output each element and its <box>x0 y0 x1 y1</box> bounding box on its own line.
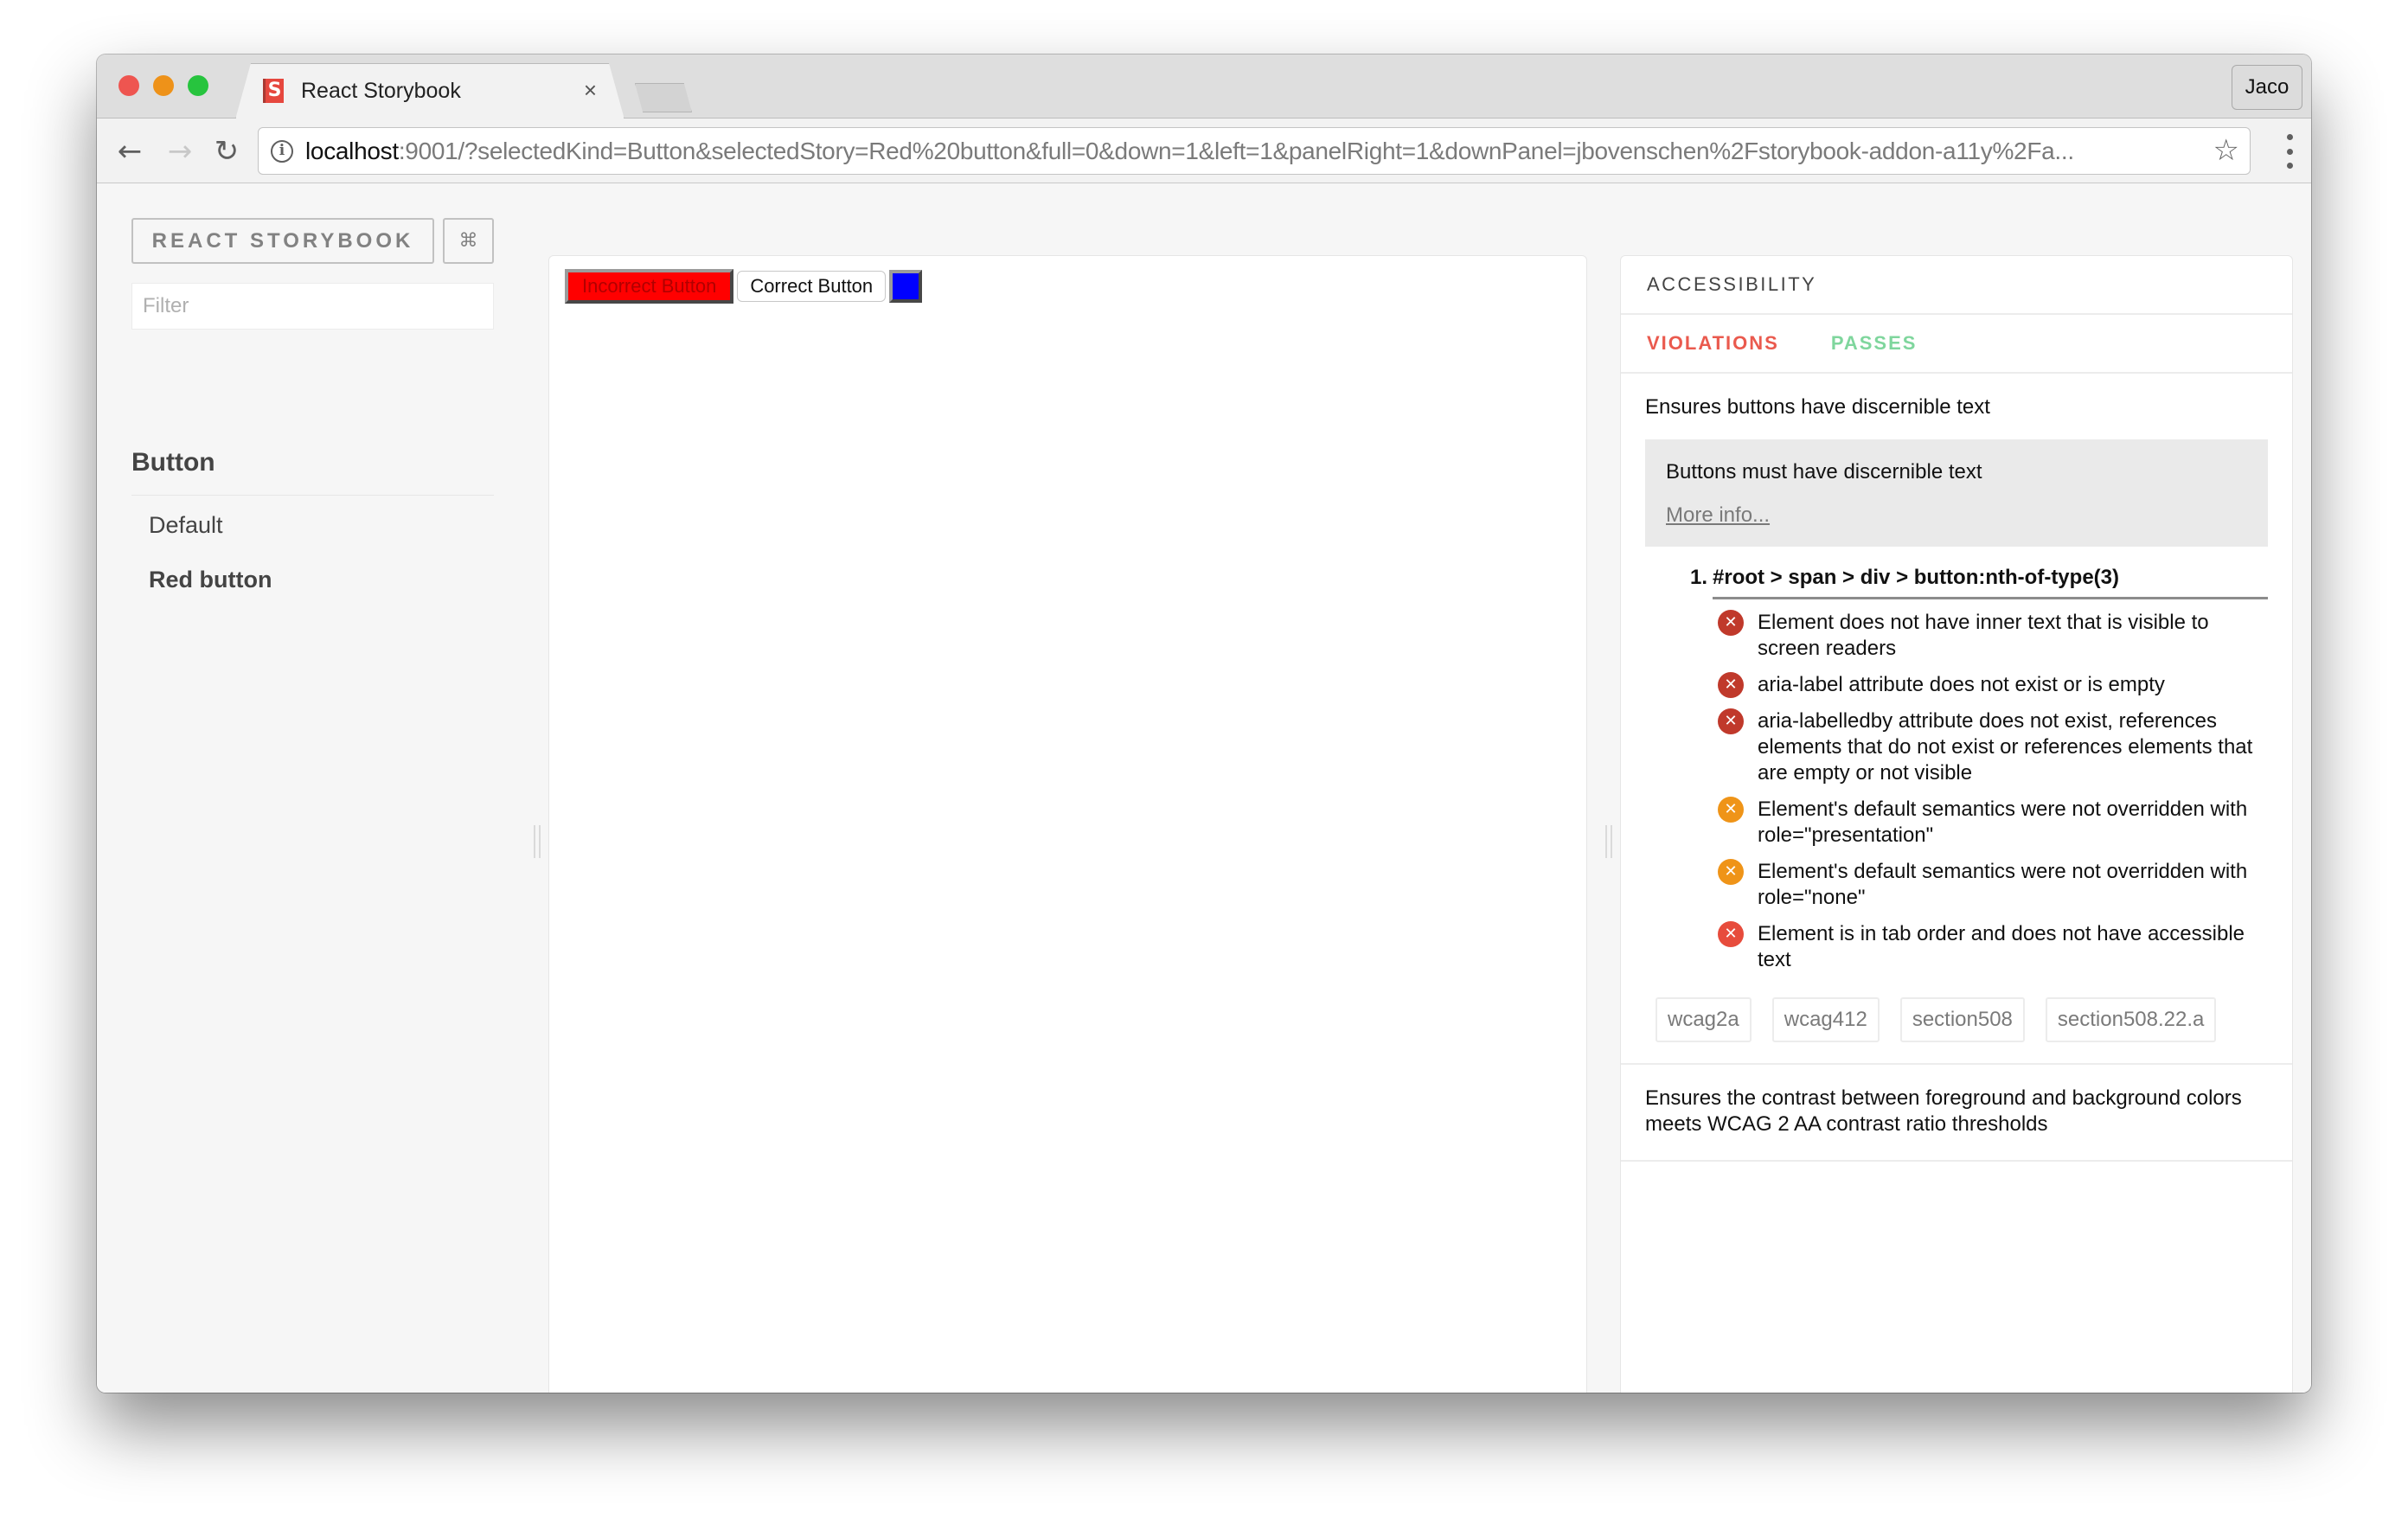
rule-help-box: Buttons must have discernible text More … <box>1645 439 2268 547</box>
rule-description[interactable]: Ensures the contrast between foreground … <box>1645 1086 2268 1137</box>
node-index: 1. <box>1690 566 1713 599</box>
url-path: :9001/?selectedKind=Button&selectedStory… <box>399 138 2074 164</box>
check-text: aria-label attribute does not exist or i… <box>1758 672 2165 698</box>
tag: wcag2a <box>1656 997 1752 1042</box>
browser-toolbar: ← → ↻ i localhost:9001/?selectedKind=But… <box>97 119 2311 183</box>
tab-title: React Storybook <box>301 79 461 104</box>
sidebar-resize-handle[interactable] <box>534 825 541 858</box>
keyboard-shortcuts-button[interactable]: ⌘ <box>443 218 494 264</box>
new-tab-button[interactable] <box>635 83 692 112</box>
check-item: ✕ aria-label attribute does not exist or… <box>1718 672 2268 698</box>
empty-blue-button[interactable] <box>889 270 922 303</box>
check-item: ✕ Element does not have inner text that … <box>1718 610 2268 662</box>
rule-description[interactable]: Ensures buttons have discernible text <box>1645 394 2268 420</box>
rule-tags: wcag2a wcag412 section508 section508.22.… <box>1645 997 2268 1042</box>
profile-button[interactable]: Jaco <box>2232 65 2302 110</box>
check-text: Element's default semantics were not ove… <box>1758 797 2268 849</box>
address-bar[interactable]: i localhost:9001/?selectedKind=Button&se… <box>258 127 2251 175</box>
incorrect-button[interactable]: Incorrect Button <box>565 269 733 304</box>
maximize-window-button[interactable] <box>188 75 208 96</box>
reload-icon[interactable]: ↻ <box>209 134 244 169</box>
title-bar: S React Storybook × Jaco <box>97 54 2311 119</box>
story-item-red-button[interactable]: Red button <box>149 567 272 593</box>
check-text: aria-labelledby attribute does not exist… <box>1758 708 2268 786</box>
more-info-link[interactable]: More info... <box>1666 503 1770 528</box>
tag: wcag412 <box>1772 997 1880 1042</box>
panel-title[interactable]: ACCESSIBILITY <box>1621 256 2292 315</box>
check-item: ✕ Element's default semantics were not o… <box>1718 859 2268 911</box>
preview-buttons: Incorrect Button Correct Button <box>565 269 922 304</box>
check-item: ✕ Element is in tab order and does not h… <box>1718 921 2268 973</box>
violation-rule: Ensures the contrast between foreground … <box>1621 1065 2292 1162</box>
rule-help-text: Buttons must have discernible text <box>1666 460 2247 484</box>
accessibility-tabs: VIOLATIONS PASSES <box>1621 315 2292 374</box>
x-circle-icon: ✕ <box>1718 610 1744 636</box>
x-circle-icon: ✕ <box>1718 708 1744 734</box>
tag: section508 <box>1900 997 2025 1042</box>
panel-resize-handle[interactable] <box>1605 825 1612 858</box>
preview-iframe: Incorrect Button Correct Button <box>548 255 1587 1393</box>
minimize-window-button[interactable] <box>153 75 174 96</box>
info-icon[interactable]: i <box>271 140 293 163</box>
check-item: ✕ Element's default semantics were not o… <box>1718 797 2268 849</box>
close-window-button[interactable] <box>118 75 139 96</box>
node-selector[interactable]: #root > span > div > button:nth-of-type(… <box>1713 566 2268 599</box>
check-item: ✕ aria-labelledby attribute does not exi… <box>1718 708 2268 786</box>
storybook-app: REACT STORYBOOK ⌘ Button Default Red but… <box>97 183 2311 1393</box>
x-circle-icon: ✕ <box>1718 921 1744 947</box>
storybook-favicon-icon: S <box>263 79 284 103</box>
x-circle-icon: ✕ <box>1718 797 1744 823</box>
browser-window: S React Storybook × Jaco ← → ↻ i localho… <box>97 54 2311 1393</box>
story-item-default[interactable]: Default <box>149 512 223 539</box>
storybook-brand-button[interactable]: REACT STORYBOOK <box>131 218 434 264</box>
browser-menu-icon[interactable] <box>2285 134 2294 169</box>
browser-tab-content[interactable]: S React Storybook × <box>235 63 624 119</box>
node-header: 1. #root > span > div > button:nth-of-ty… <box>1690 566 2268 599</box>
x-circle-icon: ✕ <box>1718 859 1744 885</box>
tab-violations[interactable]: VIOLATIONS <box>1647 332 1779 355</box>
check-text: Element's default semantics were not ove… <box>1758 859 2268 911</box>
x-circle-icon: ✕ <box>1718 672 1744 698</box>
violation-rule: Ensures buttons have discernible text Bu… <box>1621 374 2292 1065</box>
check-text: Element is in tab order and does not hav… <box>1758 921 2268 973</box>
tab-passes[interactable]: PASSES <box>1831 332 1918 355</box>
divider <box>131 495 494 496</box>
tab-close-icon[interactable]: × <box>584 77 597 104</box>
forward-arrow-icon[interactable]: → <box>163 134 197 169</box>
url-host: localhost <box>305 138 399 164</box>
filter-input[interactable] <box>131 283 494 330</box>
bookmark-star-icon[interactable]: ☆ <box>2213 133 2239 168</box>
check-list: ✕ Element does not have inner text that … <box>1690 610 2268 973</box>
tag: section508.22.a <box>2046 997 2216 1042</box>
story-kind-heading[interactable]: Button <box>131 448 215 477</box>
accessibility-panel: ACCESSIBILITY VIOLATIONS PASSES Ensures … <box>1620 255 2293 1393</box>
check-text: Element does not have inner text that is… <box>1758 610 2268 662</box>
url-text[interactable]: localhost:9001/?selectedKind=Button&sele… <box>305 138 2074 165</box>
correct-button[interactable]: Correct Button <box>737 271 886 302</box>
violating-node: 1. #root > span > div > button:nth-of-ty… <box>1645 566 2268 973</box>
back-arrow-icon[interactable]: ← <box>112 134 147 169</box>
